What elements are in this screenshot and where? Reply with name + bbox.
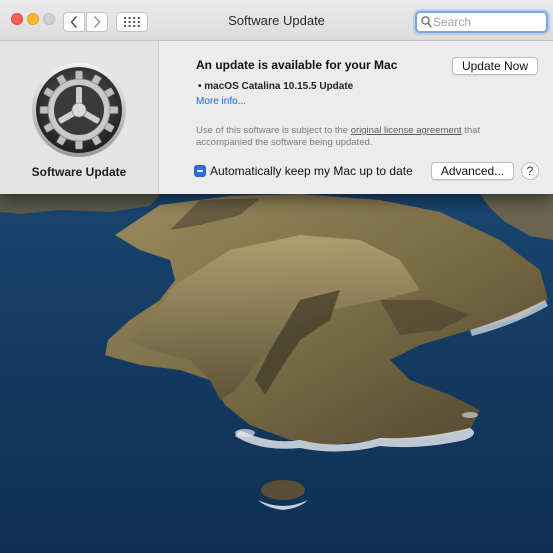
show-all-button[interactable] [116,12,148,32]
update-item: • macOS Catalina 10.15.5 Update [198,81,354,92]
checkbox-mark-icon [197,170,203,172]
update-now-button[interactable]: Update Now [452,57,538,75]
back-button[interactable] [63,12,85,32]
auto-update-label[interactable]: Automatically keep my Mac up to date [210,164,413,178]
license-text-before: Use of this software is subject to the [196,125,351,136]
sidebar: Software Update [0,41,159,194]
search-field[interactable] [415,11,548,33]
forward-button[interactable] [86,12,108,32]
minimize-button[interactable] [27,13,39,25]
sidebar-title: Software Update [31,165,127,179]
help-button[interactable]: ? [521,162,539,180]
update-headline: An update is available for your Mac [196,58,398,72]
chevron-left-icon [70,16,77,28]
advanced-button[interactable]: Advanced... [431,162,514,180]
gear-icon [32,63,126,157]
search-icon [421,16,432,28]
license-agreement-link[interactable]: original license agreement [351,125,462,136]
grid-icon [124,17,140,27]
more-info-link[interactable]: More info... [196,96,246,107]
chevron-right-icon [94,16,101,28]
close-button[interactable] [11,13,23,25]
license-text: Use of this software is subject to the o… [196,125,526,149]
software-update-window: Software Update Search Software Update A… [0,0,553,194]
window-title: Software Update [228,13,325,28]
search-input[interactable] [433,14,543,30]
zoom-button[interactable] [43,13,55,25]
auto-update-checkbox[interactable] [194,165,206,177]
title-bar[interactable]: Software Update [0,0,553,41]
